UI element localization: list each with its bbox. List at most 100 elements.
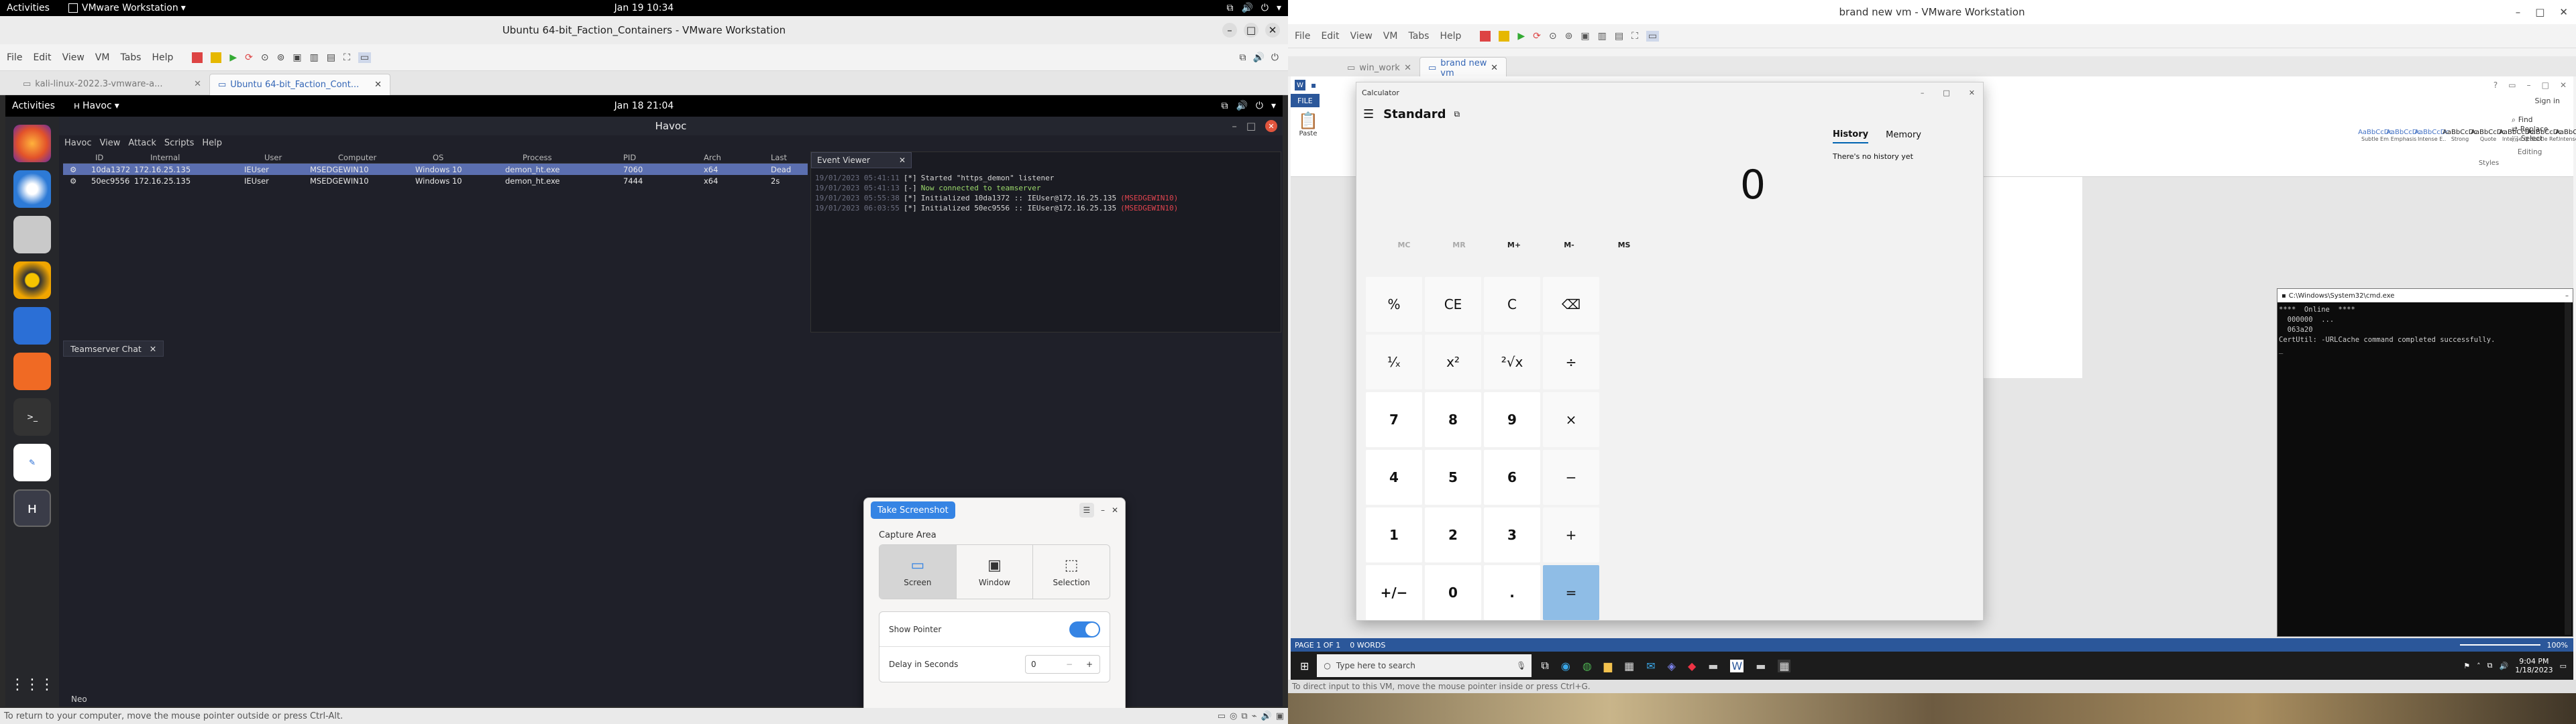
style-item[interactable]: AaBbCcDc Intense E... — [2414, 129, 2449, 142]
fullscreen-icon[interactable]: ⛶ — [343, 52, 350, 63]
calc-key[interactable]: ÷ — [1543, 335, 1599, 389]
save-icon[interactable]: ▪ — [1311, 80, 1316, 90]
replace-button[interactable]: ⇄ Replace — [2512, 125, 2548, 134]
mode-window[interactable]: ▣ Window — [955, 545, 1033, 599]
reset-icon[interactable]: ⟳ — [1533, 31, 1541, 42]
calc-key[interactable]: = — [1543, 565, 1599, 620]
taskbar-search-box[interactable]: ○ Type here to search 🎙 — [1317, 654, 1532, 677]
calc-key[interactable]: ¹⁄ₓ — [1366, 335, 1422, 389]
ribbon-options-icon[interactable]: ▭ — [2508, 80, 2516, 90]
col-user[interactable]: User — [217, 153, 298, 162]
calc-key[interactable]: . — [1484, 565, 1540, 620]
find-button[interactable]: ⌕ Find — [2512, 115, 2548, 125]
maximize-icon[interactable]: □ — [1244, 23, 1258, 38]
keep-on-top-icon[interactable]: ⧉ — [1454, 109, 1460, 119]
mode-screen[interactable]: ▭ Screen — [879, 545, 956, 599]
app-menu[interactable]: ʜ Havoc ▾ — [74, 101, 119, 111]
menu-file[interactable]: File — [7, 52, 22, 63]
tab-ubuntu[interactable]: ▭ Ubuntu 64-bit_Faction_Cont... ✕ — [209, 73, 390, 95]
mail-icon[interactable]: ✉ — [1646, 660, 1655, 672]
chrome-icon[interactable]: ◍ — [1582, 660, 1592, 672]
windows-guest-screen[interactable]: W ▪ ? ▭ – □ ✕ FILE Sign in 📋 Paste AaBbC… — [1291, 76, 2576, 680]
menu-havoc[interactable]: Havoc — [64, 138, 92, 148]
ubuntu-guest-screen[interactable]: Activities ʜ Havoc ▾ Jan 18 21:04 ⧉ 🔊 ⏻ … — [5, 95, 1283, 719]
writer-icon[interactable] — [13, 307, 51, 345]
system-tray[interactable]: ⧉ 🔊 ⏻ ▾ — [1226, 3, 1281, 13]
table-row[interactable]: ⚙ 50ec9556 172.16.25.135 IEUser MSEDGEWI… — [63, 175, 808, 186]
col-arch[interactable]: Arch — [657, 153, 737, 162]
task-view-icon[interactable]: ⧉ — [1541, 659, 1548, 672]
menu-file[interactable]: File — [1295, 31, 1310, 42]
close-icon[interactable]: ✕ — [1404, 63, 1411, 73]
take-screenshot-button[interactable]: Take Screenshot — [871, 501, 955, 519]
hdd-icon[interactable]: ▭ — [1218, 711, 1226, 721]
col-os[interactable]: OS — [395, 153, 476, 162]
play-icon[interactable]: ▶ — [1517, 31, 1525, 42]
calc-key[interactable]: + — [1543, 507, 1599, 562]
select-button[interactable]: ⬚ Select — [2512, 134, 2548, 143]
paste-button[interactable]: 📋 Paste — [1295, 111, 1322, 158]
sidebar-icon[interactable]: ▥ — [1598, 31, 1607, 42]
memory-button[interactable]: M- — [1542, 241, 1597, 249]
network-icon[interactable]: ⧉ — [1241, 711, 1247, 721]
unity-icon[interactable]: ▭ — [1646, 30, 1660, 42]
sign-in-link[interactable]: Sign in — [2534, 97, 2560, 105]
snapshot-manager-icon[interactable]: ▣ — [292, 52, 301, 63]
menu-vm[interactable]: VM — [95, 52, 110, 63]
snapshot-manager-icon[interactable]: ▣ — [1580, 31, 1589, 42]
col-id[interactable]: ID — [63, 153, 130, 162]
help-icon[interactable]: ? — [2493, 80, 2498, 90]
calc-key[interactable]: × — [1543, 392, 1599, 447]
close-icon[interactable]: ✕ — [899, 156, 906, 165]
close-icon[interactable]: ✕ — [1969, 88, 1975, 97]
tab-memory[interactable]: Memory — [1886, 130, 1921, 143]
close-icon[interactable]: ✕ — [2559, 6, 2568, 18]
minimize-icon[interactable]: – — [1921, 88, 1925, 97]
close-icon[interactable]: ✕ — [194, 79, 201, 89]
activities-button[interactable]: Activities — [12, 101, 55, 111]
volume-icon[interactable]: 🔊 — [2499, 662, 2508, 670]
style-item[interactable]: AaBbCcDcIntense Re... — [2555, 129, 2576, 142]
firefox-icon[interactable] — [13, 125, 51, 162]
text-editor-icon[interactable]: ✎ — [13, 444, 51, 481]
close-icon[interactable]: ✕ — [1491, 63, 1498, 73]
rhythmbox-icon[interactable] — [13, 261, 51, 299]
tray-clock[interactable]: 9:04 PM 1/18/2023 — [2515, 657, 2553, 674]
havoc-icon[interactable]: ʜ — [13, 489, 51, 527]
power-icon[interactable]: ⏻ — [1271, 52, 1279, 63]
fullscreen-icon[interactable]: ⛶ — [1631, 31, 1638, 42]
reset-icon[interactable]: ⟳ — [245, 52, 253, 63]
word-count[interactable]: 0 WORDS — [1350, 641, 1385, 650]
close-icon[interactable]: ✕ — [1112, 505, 1118, 515]
tab-teamserver-chat[interactable]: Teamserver Chat ✕ — [63, 341, 164, 357]
chevron-up-icon[interactable]: ˄ — [2477, 662, 2481, 670]
minimize-icon[interactable]: – — [2565, 292, 2569, 300]
tab-history[interactable]: History — [1833, 129, 1869, 143]
file-explorer-icon[interactable]: ▆ — [1604, 660, 1612, 672]
usb-icon[interactable]: ⌁ — [1252, 711, 1257, 721]
menu-edit[interactable]: Edit — [1321, 31, 1339, 42]
word-file-tab[interactable]: FILE — [1291, 94, 1320, 107]
menu-attack[interactable]: Attack — [128, 138, 156, 148]
thunderbird-icon[interactable] — [13, 170, 51, 208]
calc-key[interactable]: 3 — [1484, 507, 1540, 562]
power-off-icon[interactable] — [1480, 30, 1491, 42]
col-last[interactable]: Last — [737, 153, 791, 162]
suspend-icon[interactable] — [1499, 30, 1510, 42]
minimize-icon[interactable]: – — [1101, 505, 1105, 515]
delay-stepper[interactable]: 0 − + — [1025, 655, 1100, 674]
teams-icon[interactable]: ◈ — [1668, 660, 1676, 672]
col-process[interactable]: Process — [476, 153, 576, 162]
restore-snapshot-icon[interactable]: ⊚ — [1565, 31, 1573, 42]
calc-key[interactable]: ⌫ — [1543, 277, 1599, 332]
close-icon[interactable]: ✕ — [1265, 23, 1280, 38]
calc-key[interactable]: 9 — [1484, 392, 1540, 447]
delay-value[interactable]: 0 — [1026, 660, 1059, 669]
minimize-icon[interactable]: – — [2527, 80, 2531, 90]
unity-icon[interactable]: ▭ — [358, 52, 372, 63]
files-icon[interactable] — [13, 216, 51, 253]
thumbnail-icon[interactable]: ▤ — [327, 52, 335, 63]
memory-button[interactable]: M+ — [1487, 241, 1542, 249]
page-indicator[interactable]: PAGE 1 OF 1 — [1295, 641, 1340, 650]
store-icon[interactable]: ▦ — [1624, 660, 1634, 672]
